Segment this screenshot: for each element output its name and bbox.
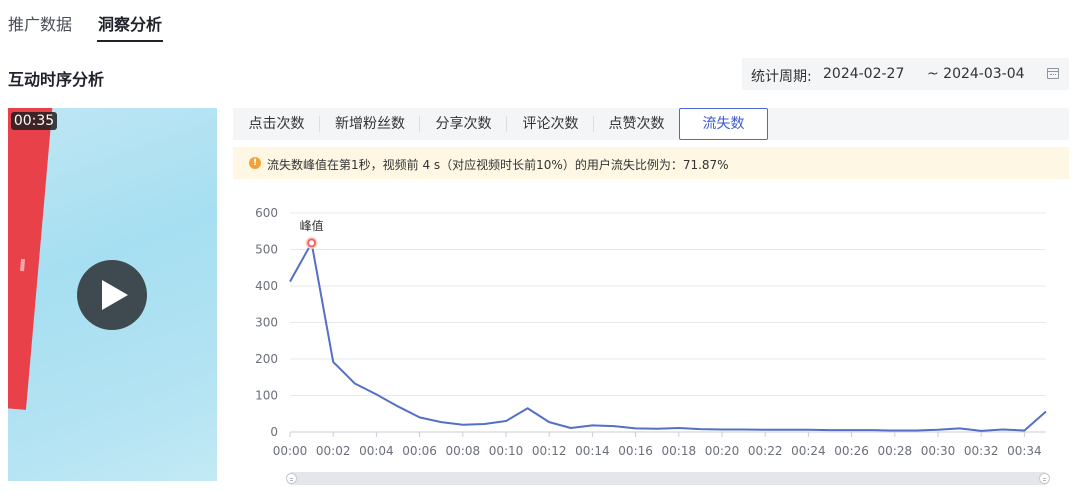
tab-clicks[interactable]: 点击次数 [233, 108, 320, 140]
y-tick-label: 300 [255, 316, 278, 330]
tab-promotion-data[interactable]: 推广数据 [8, 0, 72, 44]
x-tick-label: 00:08 [446, 444, 481, 458]
churn-line-chart: 0 100 200 300 400 500 600 00:00 00:02 00:04 00:06 0… [255, 206, 1047, 458]
chart-scrollbar[interactable] [286, 472, 1050, 485]
tab-likes[interactable]: 点赞次数 [594, 108, 679, 140]
y-tick-label: 200 [255, 352, 278, 366]
series-line [289, 241, 1047, 432]
notice-bar: ! 流失数峰值在第1秒，视频前 4 s（对应视频时长前10%）的用户流失比例为：… [233, 147, 1069, 179]
scroll-handle-left[interactable] [286, 473, 297, 484]
x-tick-label: 00:18 [662, 444, 697, 458]
x-tick-label: 00:10 [489, 444, 524, 458]
scroll-handle-right[interactable] [1039, 473, 1050, 484]
y-tick-label: 100 [255, 389, 278, 403]
y-tick-label: 0 [270, 425, 278, 439]
video-thumbnail[interactable]: 00:35 [8, 108, 217, 481]
x-tick-label: 00:26 [834, 444, 869, 458]
period-end-date[interactable]: ~ 2024-03-04 [927, 66, 1025, 82]
tab-insight-analysis[interactable]: 洞察分析 [97, 0, 164, 44]
y-tick-label: 400 [255, 279, 278, 293]
tab-new-followers[interactable]: 新增粉丝数 [320, 108, 420, 140]
metric-tabs: 点击次数 新增粉丝数 分享次数 评论次数 点赞次数 流失数 [233, 108, 1069, 140]
section-title: 互动时序分析 [8, 70, 105, 89]
x-tick-label: 00:04 [359, 444, 394, 458]
period-label: 统计周期: [751, 69, 812, 85]
notice-text: 流失数峰值在第1秒，视频前 4 s（对应视频时长前10%）的用户流失比例为：71… [267, 158, 729, 172]
x-tick-label: 00:34 [1007, 444, 1042, 458]
x-tick-label: 00:30 [921, 444, 956, 458]
x-tick-label: 00:22 [748, 444, 783, 458]
top-tabs: 推广数据 洞察分析 [8, 0, 188, 44]
y-tick-label: 500 [255, 243, 278, 257]
tab-comments[interactable]: 评论次数 [507, 108, 594, 140]
x-tick-label: 00:28 [878, 444, 913, 458]
warning-icon: ! [249, 157, 261, 169]
x-tick-label: 00:32 [964, 444, 999, 458]
x-tick-label: 00:02 [316, 444, 351, 458]
y-tick-label: 600 [255, 206, 278, 220]
x-tick-label: 00:12 [532, 444, 567, 458]
period-start-date[interactable]: 2024-02-27 [823, 66, 904, 82]
x-tick-label: 00:20 [705, 444, 740, 458]
period-picker[interactable]: 统计周期: 2024-02-27 ~ 2024-03-04 [742, 58, 1069, 90]
duration-badge: 00:35 [11, 112, 57, 130]
x-tick-label: 00:24 [791, 444, 826, 458]
play-button[interactable] [77, 260, 147, 330]
video-frame-object [8, 108, 54, 410]
play-icon [102, 280, 128, 310]
x-tick-label: 00:06 [402, 444, 437, 458]
x-tick-label: 00:00 [273, 444, 308, 458]
peak-label: 峰值 [300, 218, 324, 233]
x-tick-label: 00:16 [618, 444, 653, 458]
peak-marker [307, 238, 317, 248]
tab-churn[interactable]: 流失数 [679, 108, 768, 140]
calendar-icon[interactable] [1047, 68, 1059, 79]
tab-shares[interactable]: 分享次数 [420, 108, 507, 140]
x-tick-label: 00:14 [575, 444, 610, 458]
